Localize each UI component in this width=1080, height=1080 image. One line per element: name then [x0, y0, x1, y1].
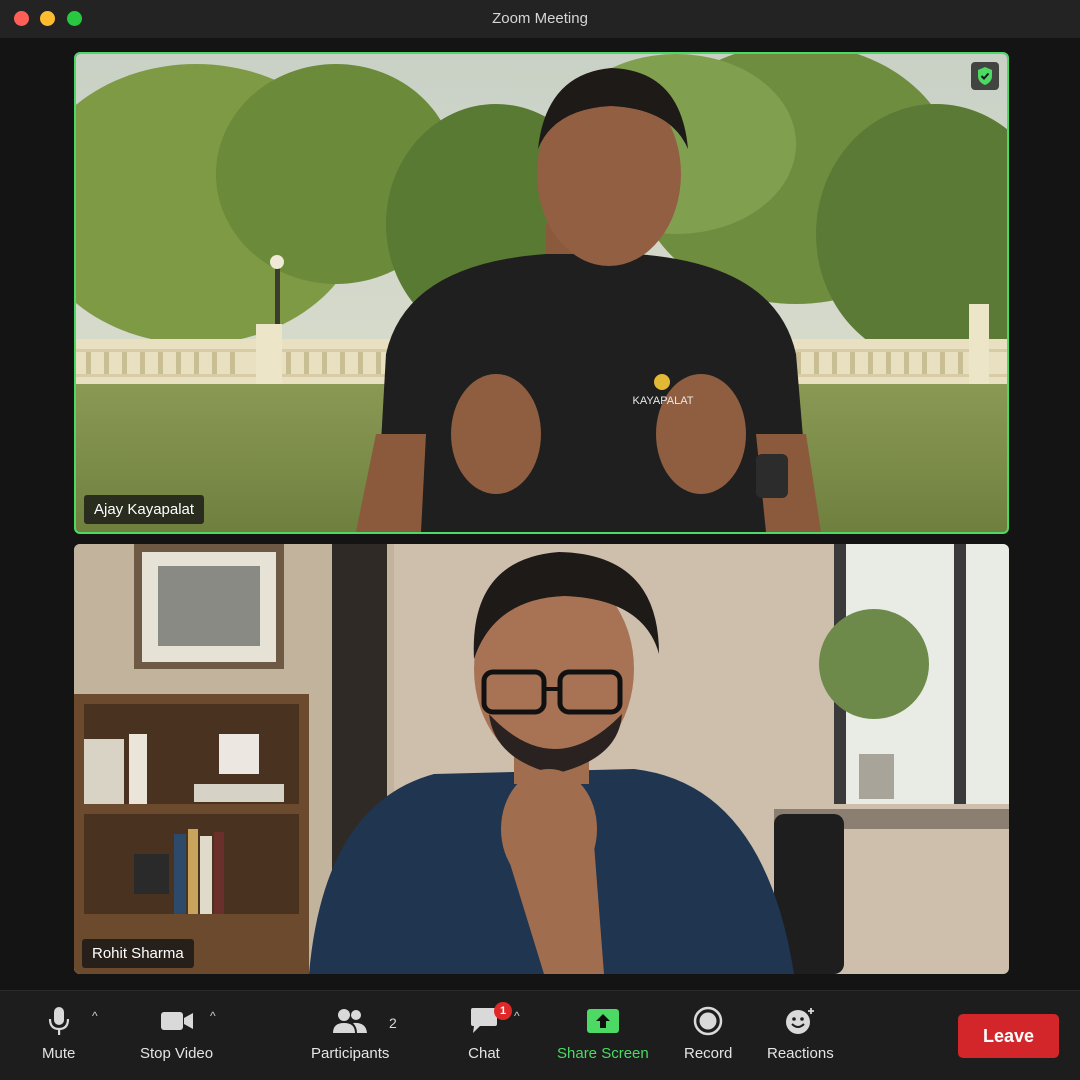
mute-button[interactable]: Mute [42, 1005, 75, 1062]
audio-options-caret[interactable]: ^ [92, 1009, 98, 1023]
record-button[interactable]: Record [684, 1005, 732, 1062]
participants-button[interactable]: Participants [311, 1005, 389, 1062]
video-stage: KAYAPALAT Ajay Kayapalat Rohit Sharma [0, 38, 1080, 990]
leave-meeting-button[interactable]: Leave [958, 1014, 1059, 1058]
participants-icon [332, 1005, 368, 1037]
share-screen-icon [586, 1005, 620, 1037]
participant-name-tag: Rohit Sharma [82, 939, 194, 968]
participants-count: 2 [389, 1015, 397, 1031]
chat-icon: 1 [468, 1002, 512, 1037]
record-icon [693, 1005, 723, 1037]
chat-options-caret[interactable]: ^ [514, 1009, 520, 1023]
chat-button[interactable]: 1 Chat [468, 1002, 512, 1062]
participant-video-feed [74, 544, 1009, 974]
video-options-caret[interactable]: ^ [210, 1009, 216, 1023]
window-title: Zoom Meeting [492, 10, 588, 27]
reactions-button[interactable]: Reactions [767, 1005, 834, 1062]
microphone-icon [46, 1005, 72, 1037]
video-tile[interactable]: Rohit Sharma [74, 544, 1009, 974]
stop-video-button[interactable]: Stop Video [140, 1005, 213, 1062]
shirt-logo-text: KAYAPALAT [633, 395, 694, 407]
share-screen-button[interactable]: Share Screen [557, 1005, 649, 1062]
reactions-icon [784, 1005, 816, 1037]
participant-video-feed: KAYAPALAT [76, 54, 1007, 532]
meeting-controls-toolbar: Mute ^ Stop Video ^ Participants 2 1 Cha… [0, 990, 1080, 1080]
video-tile-active-speaker[interactable]: KAYAPALAT Ajay Kayapalat [74, 52, 1009, 534]
title-bar: Zoom Meeting [0, 0, 1080, 38]
participant-name-tag: Ajay Kayapalat [84, 495, 205, 524]
encryption-shield-icon[interactable] [971, 62, 999, 90]
video-camera-icon [159, 1005, 195, 1037]
unread-chat-badge: 1 [494, 1002, 512, 1020]
